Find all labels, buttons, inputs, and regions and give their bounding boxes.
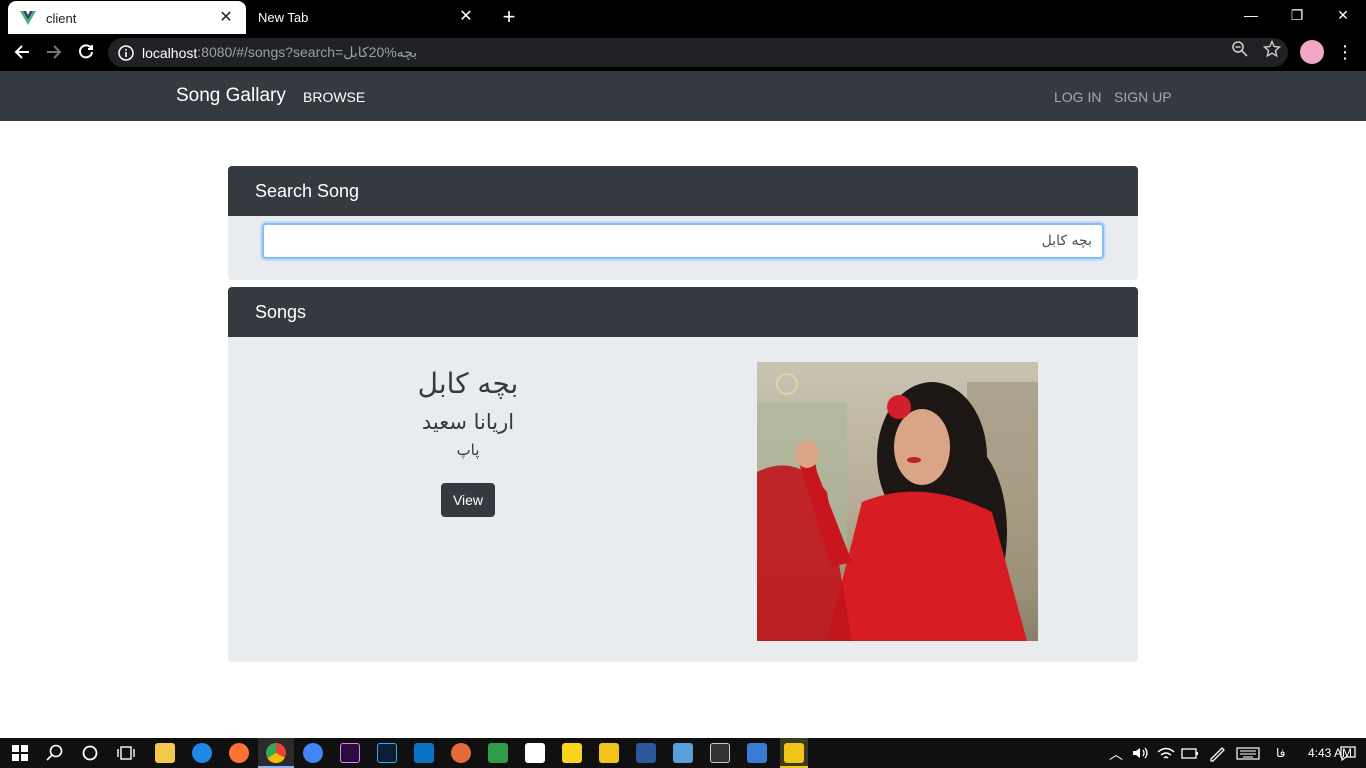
address-bar[interactable]: localhost:8080/#/songs?search=بچه%20کابل — [108, 38, 1288, 67]
reload-icon[interactable] — [74, 40, 98, 64]
songs-panel: Songs بچه کابل اریانا سعید پاپ View — [228, 287, 1138, 662]
tab-title: client — [46, 10, 77, 26]
back-arrow-icon[interactable] — [10, 40, 34, 64]
tab-new-tab[interactable]: New Tab ✕ — [246, 0, 486, 34]
zoom-out-icon[interactable] — [1231, 40, 1249, 58]
wifi-icon[interactable] — [1156, 743, 1176, 763]
forward-arrow-icon[interactable] — [42, 40, 66, 64]
task-view-icon[interactable] — [116, 743, 136, 763]
info-icon[interactable] — [118, 44, 134, 61]
menu-dots-icon[interactable]: ⋮ — [1336, 40, 1354, 64]
search-panel-header: Search Song — [228, 166, 1138, 216]
notification-icon[interactable] — [1338, 743, 1358, 763]
terminal-icon[interactable] — [710, 743, 730, 763]
chrome-canary-icon[interactable] — [303, 743, 323, 763]
keyboard-icon[interactable] — [1236, 743, 1260, 763]
search-panel: Search Song — [228, 166, 1138, 280]
new-tab-button[interactable]: + — [498, 6, 520, 28]
winrar-icon[interactable] — [599, 743, 619, 763]
nav-login[interactable]: LOG IN — [1054, 89, 1101, 105]
windows-start-icon[interactable] — [10, 743, 30, 763]
song-title: بچه کابل — [417, 367, 519, 400]
app-icon[interactable] — [747, 743, 767, 763]
active-app-slot[interactable] — [780, 738, 808, 768]
filezilla-icon[interactable] — [525, 743, 545, 763]
brand-link[interactable]: Song Gallary — [176, 85, 286, 107]
cortana-icon[interactable] — [80, 743, 100, 763]
restore-icon[interactable]: ❐ — [1274, 0, 1320, 30]
chrome-taskbar-slot[interactable] — [258, 738, 294, 768]
browser-tabstrip: client ✕ New Tab ✕ + — ❐ ✕ — [0, 0, 1366, 35]
photoshop-icon[interactable] — [377, 743, 397, 763]
nav-signup[interactable]: SIGN UP — [1114, 89, 1172, 105]
vscode-icon[interactable] — [414, 743, 434, 763]
album-art-image — [757, 362, 1038, 641]
input-language[interactable]: فا — [1276, 746, 1285, 760]
song-artist: اریانا سعید — [421, 410, 515, 434]
star-icon[interactable] — [1263, 40, 1281, 58]
app-icon — [784, 743, 804, 763]
search-input[interactable] — [262, 223, 1104, 259]
app-icon[interactable] — [673, 743, 693, 763]
view-button[interactable]: View — [441, 483, 495, 517]
postman-icon[interactable] — [451, 743, 471, 763]
close-icon[interactable]: ✕ — [218, 10, 234, 26]
minimize-icon[interactable]: — — [1228, 0, 1274, 30]
app-icon[interactable] — [488, 743, 508, 763]
search-icon[interactable] — [45, 743, 65, 763]
nav-browse[interactable]: BROWSE — [303, 89, 365, 105]
window-close-icon[interactable]: ✕ — [1320, 0, 1366, 30]
windows-taskbar: ︿ فا 4:43 AM — [0, 738, 1366, 768]
profile-avatar[interactable] — [1300, 40, 1324, 64]
premiere-icon[interactable] — [340, 743, 360, 763]
firefox-icon[interactable] — [229, 743, 249, 763]
tab-title: New Tab — [258, 9, 309, 25]
volume-icon[interactable] — [1130, 743, 1150, 763]
sticky-notes-icon[interactable] — [562, 743, 582, 763]
app-navbar: Song Gallary BROWSE LOG IN SIGN UP — [0, 71, 1366, 121]
file-explorer-icon[interactable] — [155, 743, 175, 763]
close-icon[interactable]: ✕ — [458, 9, 474, 25]
battery-icon[interactable] — [1180, 743, 1200, 763]
browser-toolbar: localhost:8080/#/songs?search=بچه%20کابل… — [0, 34, 1366, 71]
url-path: :8080/#/songs?search=بچه%20کابل — [197, 44, 418, 60]
songs-panel-header: Songs — [228, 287, 1138, 337]
vue-logo-icon — [20, 11, 36, 25]
word-icon[interactable] — [636, 743, 656, 763]
tab-client[interactable]: client ✕ — [8, 1, 246, 35]
chrome-icon — [266, 743, 286, 763]
url-host: localhost — [142, 44, 198, 61]
pen-icon[interactable] — [1207, 743, 1227, 763]
chevron-up-icon[interactable]: ︿ — [1109, 744, 1123, 764]
song-genre: پاپ — [456, 441, 480, 459]
edge-icon[interactable] — [192, 743, 212, 763]
